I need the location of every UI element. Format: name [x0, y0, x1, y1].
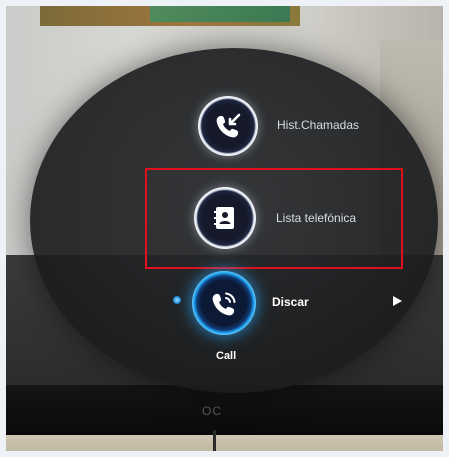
table-surface — [0, 435, 449, 457]
dial-label: Discar — [272, 295, 309, 309]
call-history-icon — [198, 96, 258, 156]
selection-highlight-box — [145, 168, 403, 269]
arrow-right-icon[interactable] — [393, 296, 402, 306]
dial-icon — [192, 271, 256, 335]
camera-photo: OC Hist.Chamadas Lista telefónica Discar… — [0, 0, 449, 457]
background-board-green — [150, 0, 290, 22]
tv-brand-logo: OC — [202, 404, 222, 418]
menu-item-call-history[interactable]: Hist.Chamadas — [198, 96, 388, 156]
call-footer-label: Call — [216, 350, 237, 362]
call-history-label: Hist.Chamadas — [277, 118, 360, 132]
cable — [213, 430, 216, 457]
scroll-indicator-icon — [173, 296, 181, 304]
menu-item-dial[interactable]: Discar — [192, 271, 322, 335]
